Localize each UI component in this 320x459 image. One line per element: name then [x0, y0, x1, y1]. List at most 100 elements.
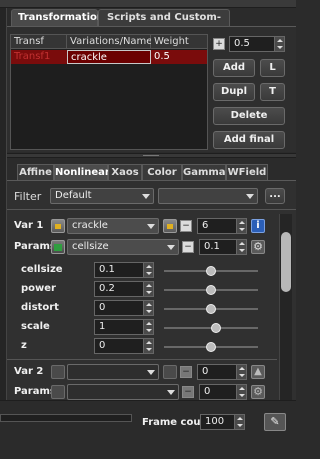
param-name: power [21, 283, 56, 294]
tab-scripts-custom-buttons[interactable]: Scripts and Custom-Buttons [98, 9, 230, 39]
weight-spinner-value: 0.5 [234, 38, 250, 49]
tab-wfield[interactable]: WField [226, 164, 268, 180]
random-variation-icon[interactable] [163, 365, 177, 379]
minus-icon[interactable]: − [180, 366, 192, 378]
tab-transformations[interactable]: Transformations [11, 9, 110, 26]
footer-bar [0, 400, 296, 459]
chevron-down-icon [147, 370, 155, 375]
param-value-spinner[interactable]: 1 [94, 319, 154, 335]
delete-button[interactable]: Delete [213, 107, 285, 125]
params2-label: Params [14, 386, 56, 397]
var1-variation-dropdown[interactable]: crackle [67, 218, 159, 234]
param-value-spinner[interactable]: 0 [94, 300, 154, 316]
params-preview-icon[interactable] [51, 240, 65, 254]
arrow-up-icon[interactable]: ▲ [251, 365, 265, 379]
spinner-arrows-icon[interactable] [236, 219, 246, 233]
row-transf-name: Transf1 [14, 51, 51, 62]
param-row: power 0.2 [0, 281, 279, 299]
add-button[interactable]: Add [213, 59, 255, 77]
spinner-arrows-icon[interactable] [274, 37, 284, 51]
tab-affine[interactable]: Affine [17, 164, 54, 180]
chevron-down-icon [167, 390, 175, 395]
frame-count-spinner[interactable]: 100 [200, 414, 245, 430]
spinner-arrows-icon[interactable] [143, 301, 153, 315]
spinner-arrows-icon[interactable] [143, 320, 153, 334]
minus-icon[interactable]: − [182, 386, 194, 398]
transforms-table[interactable]: Transf Variations/Name Weight Transf1 cr… [10, 34, 208, 150]
spinner-arrows-icon[interactable] [143, 339, 153, 353]
param-row: cellsize 0.1 [0, 262, 279, 280]
param-name: scale [21, 321, 50, 332]
spinner-arrows-icon[interactable] [236, 385, 246, 399]
info-icon[interactable]: i [251, 219, 265, 233]
brush-icon[interactable]: ✎ [264, 413, 286, 431]
filter-label: Filter [14, 190, 42, 203]
params-scrollbar[interactable] [279, 214, 292, 400]
spinner-arrows-icon[interactable] [143, 263, 153, 277]
filter-dropdown[interactable]: Default [50, 188, 154, 204]
filter-dropdown-value: Default [55, 190, 92, 201]
chevron-down-icon [142, 194, 150, 199]
scrollbar-thumb[interactable] [281, 232, 291, 292]
tab-gamma[interactable]: Gamma [182, 164, 226, 180]
params1-label: Params [14, 241, 56, 252]
param-slider-knob[interactable] [206, 342, 216, 352]
t-button[interactable]: T [260, 83, 285, 101]
spinner-arrows-icon[interactable] [236, 365, 246, 379]
param-name: z [21, 340, 27, 351]
col-header-variations[interactable]: Variations/Name [67, 35, 152, 49]
param-slider-knob[interactable] [206, 304, 216, 314]
params-preview-icon[interactable] [51, 385, 65, 399]
filter-secondary-dropdown[interactable] [158, 188, 258, 204]
params2-value-spinner[interactable]: 0 [199, 384, 247, 400]
var2-amount-spinner[interactable]: 0 [197, 364, 247, 380]
col-header-transf[interactable]: Transf [11, 35, 67, 49]
tab-nonlinear[interactable]: Nonlinear [54, 164, 110, 180]
param-slider-knob[interactable] [206, 285, 216, 295]
param-value-spinner[interactable]: 0.1 [94, 262, 154, 278]
param-row: distort 0 [0, 300, 279, 318]
var1-label: Var 1 [14, 220, 44, 231]
param-slider-knob[interactable] [211, 323, 221, 333]
gear-icon[interactable]: ⚙ [251, 240, 265, 254]
minus-icon[interactable]: − [182, 241, 194, 253]
gear-icon[interactable]: ⚙ [251, 385, 265, 399]
var2-label: Var 2 [14, 366, 44, 377]
param-value-spinner[interactable]: 0 [94, 338, 154, 354]
tab-xaos[interactable]: Xaos [108, 164, 142, 180]
spinner-arrows-icon[interactable] [143, 282, 153, 296]
divider [7, 209, 296, 210]
param-row: z0 [0, 338, 279, 356]
spinner-arrows-icon[interactable] [236, 240, 246, 254]
param-value-spinner[interactable]: 0.2 [94, 281, 154, 297]
tab-color[interactable]: Color [142, 164, 182, 180]
add-final-button[interactable]: Add final [213, 131, 285, 149]
params1-value: 0.1 [204, 241, 220, 252]
row-variation-name[interactable]: crackle [67, 50, 151, 64]
minus-icon[interactable]: − [180, 220, 192, 232]
param-name: cellsize [21, 264, 63, 275]
var1-variation-name: crackle [72, 220, 108, 231]
weight-spinner[interactable]: 0.5 [229, 36, 285, 52]
var1-amount-value: 6 [202, 220, 209, 231]
params-preview-icon-mark [54, 244, 62, 251]
col-header-weight[interactable]: Weight [151, 35, 207, 49]
spinner-arrows-icon[interactable] [234, 415, 244, 429]
plus-icon[interactable]: + [213, 38, 225, 50]
variation-preview-icon[interactable] [51, 219, 65, 233]
param-slider-knob[interactable] [206, 266, 216, 276]
variation-preview-icon[interactable] [51, 365, 65, 379]
param-value: 0.1 [99, 264, 115, 275]
panel-splitter[interactable] [7, 153, 296, 158]
l-button[interactable]: L [260, 59, 285, 77]
progress-bar [0, 414, 132, 422]
params1-value-spinner[interactable]: 0.1 [199, 239, 247, 255]
params2-dropdown[interactable] [67, 384, 179, 400]
params1-dropdown[interactable]: cellsize [67, 239, 179, 255]
var2-variation-dropdown[interactable] [67, 364, 159, 380]
duplicate-button[interactable]: Dupl [213, 83, 255, 101]
random-variation-icon[interactable] [163, 219, 177, 233]
param-value: 0 [99, 340, 106, 351]
filter-more-button[interactable]: ... [265, 188, 285, 204]
var1-amount-spinner[interactable]: 6 [197, 218, 247, 234]
